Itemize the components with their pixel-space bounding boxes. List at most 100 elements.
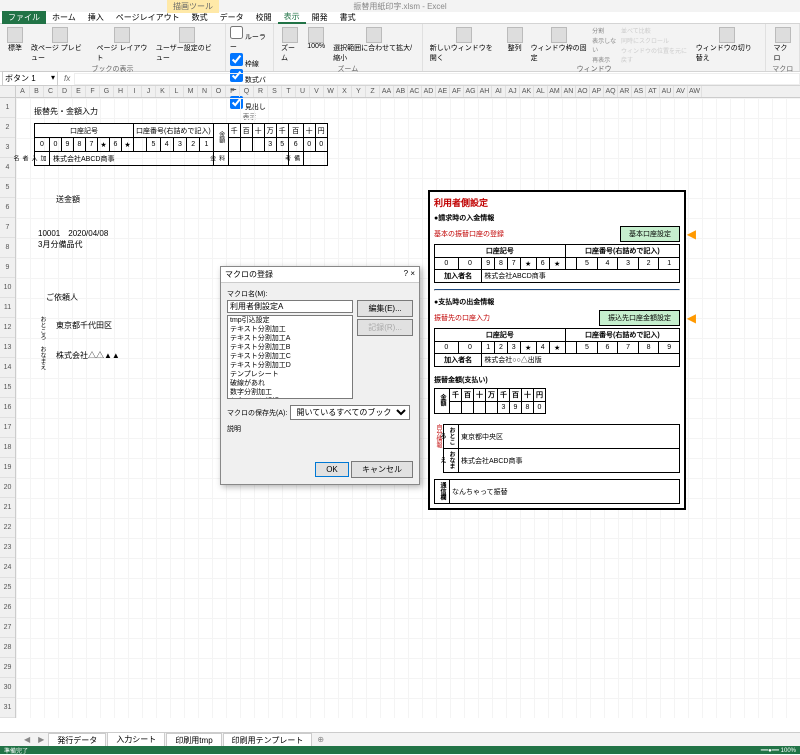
col-header[interactable]: H bbox=[114, 86, 128, 97]
col-header[interactable]: W bbox=[324, 86, 338, 97]
row-header[interactable]: 21 bbox=[0, 498, 15, 518]
row-header[interactable]: 24 bbox=[0, 558, 15, 578]
right-payer1[interactable]: 株式会社ABCD商事 bbox=[482, 270, 680, 283]
self-name[interactable]: 株式会社ABCD商事 bbox=[459, 449, 680, 473]
tab-nav-prev[interactable]: ◀ bbox=[20, 735, 34, 744]
col-header[interactable]: AR bbox=[618, 86, 632, 97]
col-header[interactable]: K bbox=[156, 86, 170, 97]
col-header[interactable]: AK bbox=[520, 86, 534, 97]
col-header[interactable]: O bbox=[212, 86, 226, 97]
row-header[interactable]: 11 bbox=[0, 298, 15, 318]
col-header[interactable]: B bbox=[30, 86, 44, 97]
col-header[interactable]: Q bbox=[240, 86, 254, 97]
tab-insert[interactable]: 挿入 bbox=[82, 12, 110, 23]
row-header[interactable]: 26 bbox=[0, 598, 15, 618]
zoom-slider[interactable]: ━━●━━ bbox=[761, 748, 779, 754]
tab-file[interactable]: ファイル bbox=[2, 11, 46, 24]
col-header[interactable]: L bbox=[170, 86, 184, 97]
switch-window-button[interactable]: ウィンドウの切り替え bbox=[693, 26, 762, 64]
zoom-value[interactable]: 100% bbox=[781, 748, 796, 754]
sheet-tab-0[interactable]: 発行データ bbox=[48, 733, 106, 747]
row-header[interactable]: 14 bbox=[0, 358, 15, 378]
col-header[interactable]: J bbox=[142, 86, 156, 97]
row-header[interactable]: 19 bbox=[0, 458, 15, 478]
close-icon[interactable]: × bbox=[410, 269, 415, 278]
col-header[interactable]: F bbox=[86, 86, 100, 97]
macro-list-item[interactable]: テキスト分割加工D bbox=[228, 361, 352, 370]
dest-account-button[interactable]: 振込先口座金額設定 bbox=[599, 310, 680, 326]
macro-list-item[interactable]: テキスト分割加工 bbox=[228, 325, 352, 334]
grid-check[interactable]: 枠線 bbox=[230, 53, 269, 69]
basic-account-button[interactable]: 基本口座設定 bbox=[620, 226, 680, 242]
cancel-button[interactable]: キャンセル bbox=[351, 461, 413, 478]
row-header[interactable]: 20 bbox=[0, 478, 15, 498]
macros-button[interactable]: マクロ bbox=[770, 26, 795, 64]
row-header[interactable]: 31 bbox=[0, 698, 15, 718]
row-header[interactable]: 17 bbox=[0, 418, 15, 438]
worksheet-grid[interactable]: 1234567891011121314151617181920212223242… bbox=[0, 98, 800, 718]
zoom100-button[interactable]: 100% bbox=[304, 26, 328, 64]
col-header[interactable]: M bbox=[184, 86, 198, 97]
col-header[interactable]: Y bbox=[352, 86, 366, 97]
col-header[interactable]: P bbox=[226, 86, 240, 97]
row-header[interactable]: 2 bbox=[0, 118, 15, 138]
tab-home[interactable]: ホーム bbox=[46, 12, 82, 23]
row-header[interactable]: 28 bbox=[0, 638, 15, 658]
col-header[interactable]: T bbox=[282, 86, 296, 97]
self-addr[interactable]: 東京都中央区 bbox=[459, 425, 680, 449]
col-header[interactable]: AN bbox=[562, 86, 576, 97]
col-header[interactable]: N bbox=[198, 86, 212, 97]
macro-list-item[interactable]: 破線があれ bbox=[228, 379, 352, 388]
row-header[interactable]: 30 bbox=[0, 678, 15, 698]
col-header[interactable]: AL bbox=[534, 86, 548, 97]
row-header[interactable]: 23 bbox=[0, 538, 15, 558]
pagelayout-button[interactable]: ページ レイアウト bbox=[94, 26, 151, 64]
customview-button[interactable]: ユーザー設定のビュー bbox=[153, 26, 221, 64]
fx-icon[interactable]: fx bbox=[60, 74, 74, 83]
row-header[interactable]: 16 bbox=[0, 398, 15, 418]
message-value[interactable]: なんちゃって振替 bbox=[450, 480, 680, 504]
col-header[interactable]: X bbox=[338, 86, 352, 97]
col-header[interactable]: AI bbox=[492, 86, 506, 97]
freeze-button[interactable]: ウィンドウ枠の固定 bbox=[528, 26, 590, 64]
col-header[interactable]: AJ bbox=[506, 86, 520, 97]
col-header[interactable]: AS bbox=[632, 86, 646, 97]
col-header[interactable]: AA bbox=[380, 86, 394, 97]
remark-value[interactable] bbox=[303, 152, 327, 166]
row-header[interactable]: 10 bbox=[0, 278, 15, 298]
tab-pagelayout[interactable]: ページレイアウト bbox=[110, 12, 186, 23]
scope-select[interactable]: 開いているすべてのブック bbox=[290, 405, 410, 420]
sheet-tab-2[interactable]: 印刷用tmp bbox=[166, 733, 221, 747]
ok-button[interactable]: OK bbox=[315, 462, 349, 477]
tab-review[interactable]: 校閲 bbox=[250, 12, 278, 23]
macro-name-input[interactable] bbox=[227, 300, 353, 313]
row-header[interactable]: 12 bbox=[0, 318, 15, 338]
macro-list-item[interactable]: テキスト分割加工B bbox=[228, 343, 352, 352]
tab-format[interactable]: 書式 bbox=[334, 12, 362, 23]
col-header[interactable]: AB bbox=[394, 86, 408, 97]
col-header[interactable]: D bbox=[58, 86, 72, 97]
row-header[interactable]: 4 bbox=[0, 158, 15, 178]
add-sheet-icon[interactable]: ⊕ bbox=[313, 735, 328, 744]
edit-button[interactable]: 編集(E)... bbox=[357, 300, 413, 317]
macro-list-item[interactable]: テキスト分割加工C bbox=[228, 352, 352, 361]
col-header[interactable]: AH bbox=[478, 86, 492, 97]
col-header[interactable]: S bbox=[268, 86, 282, 97]
col-header[interactable]: Z bbox=[366, 86, 380, 97]
col-header[interactable]: AF bbox=[450, 86, 464, 97]
col-header[interactable]: I bbox=[128, 86, 142, 97]
col-header[interactable]: U bbox=[296, 86, 310, 97]
col-header[interactable]: E bbox=[72, 86, 86, 97]
col-header[interactable]: V bbox=[310, 86, 324, 97]
hide-button[interactable]: 表示しない bbox=[592, 36, 619, 54]
row-header[interactable]: 15 bbox=[0, 378, 15, 398]
col-header[interactable]: R bbox=[254, 86, 268, 97]
chevron-down-icon[interactable]: ▾ bbox=[51, 73, 55, 84]
col-header[interactable]: AP bbox=[590, 86, 604, 97]
col-header[interactable]: AO bbox=[576, 86, 590, 97]
macro-list-item[interactable]: tmp引込設定 bbox=[228, 316, 352, 325]
col-header[interactable]: AM bbox=[548, 86, 562, 97]
row-header[interactable]: 13 bbox=[0, 338, 15, 358]
col-header[interactable]: C bbox=[44, 86, 58, 97]
col-header[interactable]: AT bbox=[646, 86, 660, 97]
